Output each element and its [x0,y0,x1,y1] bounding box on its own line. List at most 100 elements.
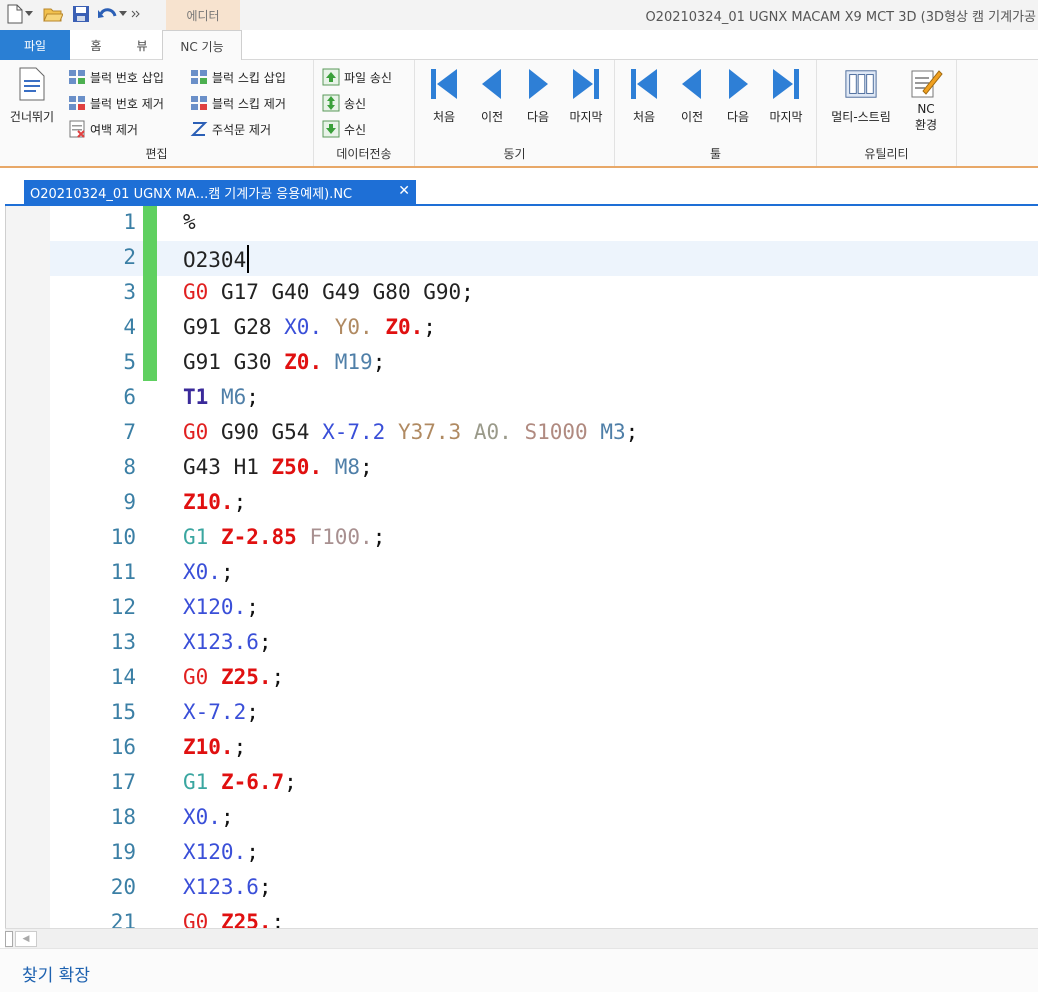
code-text: G0 G17 G40 G49 G80 G90; [183,280,474,304]
line-number: 18 [110,805,136,829]
remove-margin-button[interactable]: 여백 제거 [68,118,138,140]
tool-prev-button[interactable]: 이전 [669,66,715,125]
code-line[interactable]: 8 G43 H1 Z50. M8; [50,451,1038,486]
send-file-label: 파일 송신 [344,70,392,85]
send-button[interactable]: 송신 [322,92,366,114]
code-line[interactable]: 5 G91 G30 Z0. M19; [50,346,1038,381]
code-line[interactable]: 9 Z10.; [50,486,1038,521]
document-tab-strip: O20210324_01 UGNX MA...캠 기계가공 응용예제).NC ✕ [0,168,1038,206]
code-line[interactable]: 4 G91 G28 X0. Y0. Z0.; [50,311,1038,346]
line-number: 21 [110,910,136,928]
save-icon[interactable] [70,3,92,25]
code-token: M6 [220,385,247,409]
line-number: 10 [110,525,136,549]
insert-block-number-button[interactable]: 블럭 번호 삽입 [68,66,164,88]
tool-last-button[interactable]: 마지막 [761,66,811,125]
close-icon[interactable]: ✕ [398,183,410,199]
scrollbar-thumb[interactable] [5,931,13,947]
nc-environment-button[interactable]: NC 환경 [903,66,949,133]
remove-comment-button[interactable]: 주석문 제거 [190,118,271,140]
tab-home[interactable]: 홈 [70,30,122,60]
tool-next-button[interactable]: 다음 [715,66,761,125]
code-line[interactable]: 20 X123.6; [50,871,1038,906]
sync-next-button[interactable]: 다음 [515,66,561,125]
tab-view[interactable]: 뷰 [122,30,162,60]
group-utility-label: 유틸리티 [864,147,909,161]
code-token: G91 G28 [183,315,285,339]
code-line[interactable]: 17 G1 Z-6.7; [50,766,1038,801]
receive-button[interactable]: 수신 [322,118,366,140]
code-line[interactable]: 1% [50,206,1038,241]
change-marker [143,311,157,346]
code-line[interactable]: 15 X-7.2; [50,696,1038,731]
nc-environment-label-line1: NC [917,102,935,116]
sync-prev-button[interactable]: 이전 [469,66,515,125]
code-line[interactable]: 21 G0 Z25.; [50,906,1038,928]
code-text: X-7.2; [183,700,259,724]
group-sync-label: 동기 [503,147,526,161]
scroll-left-arrow-icon[interactable]: ◀ [15,931,37,947]
code-line[interactable]: 2 O2304 [50,241,1038,276]
code-token: % [183,210,196,234]
tool-first-button[interactable]: 처음 [621,66,667,125]
customize-toolbar-icon[interactable] [130,3,142,25]
code-line[interactable]: 14 G0 Z25.; [50,661,1038,696]
code-text: O2304 [183,245,250,273]
code-token: X0. [183,560,221,584]
next-icon [721,66,755,102]
code-line[interactable]: 12 X120.; [50,591,1038,626]
insert-block-skip-button[interactable]: 블럭 스킵 삽입 [190,66,286,88]
sync-prev-label: 이전 [480,110,504,124]
code-token: X0. [183,805,221,829]
remove-block-number-button[interactable]: 블럭 번호 제거 [68,92,164,114]
code-editor[interactable]: 1% 2 O2304 3 G0 G17 G40 G49 G80 G90; 4 G91 G28… [5,206,1038,928]
code-token: ; [246,700,259,724]
code-line[interactable]: 13 X123.6; [50,626,1038,661]
code-token: M8 [334,455,361,479]
code-line[interactable]: 10 G1 Z-2.85 F100.; [50,521,1038,556]
sync-first-button[interactable]: 처음 [421,66,467,125]
code-line[interactable]: 3 G0 G17 G40 G49 G80 G90; [50,276,1038,311]
undo-dropdown-icon[interactable] [118,3,128,25]
code-line[interactable]: 7 G0 G90 G54 X-7.2 Y37.3 A0. S1000 M3; [50,416,1038,451]
code-text: G0 Z25.; [183,910,284,928]
document-tab[interactable]: O20210324_01 UGNX MA...캠 기계가공 응용예제).NC ✕ [24,180,416,204]
tab-nc-functions[interactable]: NC 기능 [162,30,242,61]
code-token: X123.6 [183,630,259,654]
previous-icon [675,66,709,102]
new-file-icon[interactable] [4,3,26,25]
code-line[interactable]: 11 X0.; [50,556,1038,591]
code-token: ; [233,735,247,759]
code-line[interactable]: 16 Z10.; [50,731,1038,766]
open-folder-icon[interactable] [42,3,64,25]
change-marker [143,241,157,276]
remove-block-skip-button[interactable]: 블럭 스킵 제거 [190,92,286,114]
code-line[interactable]: 19 X120.; [50,836,1038,871]
multi-stream-button[interactable]: 멀티-스트림 [823,66,899,125]
code-text: G0 G90 G54 X-7.2 Y37.3 A0. S1000 M3; [183,420,638,444]
group-sync: 처음 이전 다음 마지막 동기 [415,60,615,166]
code-token: Y0. [334,315,373,339]
sync-last-button[interactable]: 마지막 [561,66,611,125]
line-number: 19 [110,840,136,864]
code-token: O2304 [183,248,247,272]
tab-file[interactable]: 파일 [0,30,70,60]
ribbon-panel: 건너뛰기 블럭 번호 삽입 블럭 번호 제거 여백 제거 블럭 스킵 삽입 블럭… [0,60,1038,168]
code-token: X120. [183,595,247,619]
find-expand-link[interactable]: 찾기 확장 [22,961,90,986]
code-token: Y37.3 [397,420,462,444]
horizontal-scrollbar[interactable]: ◀ [5,928,1038,948]
skip-button[interactable]: 건너뛰기 [4,66,60,125]
send-file-button[interactable]: 파일 송신 [322,66,392,88]
undo-icon[interactable] [96,3,118,25]
sync-next-label: 다음 [526,110,550,124]
chevron-down-icon[interactable] [24,3,34,25]
code-line[interactable]: 18 X0.; [50,801,1038,836]
line-number: 7 [123,420,136,444]
code-line[interactable]: 6 T1 M6; [50,381,1038,416]
sync-last-label: 마지막 [569,110,603,124]
